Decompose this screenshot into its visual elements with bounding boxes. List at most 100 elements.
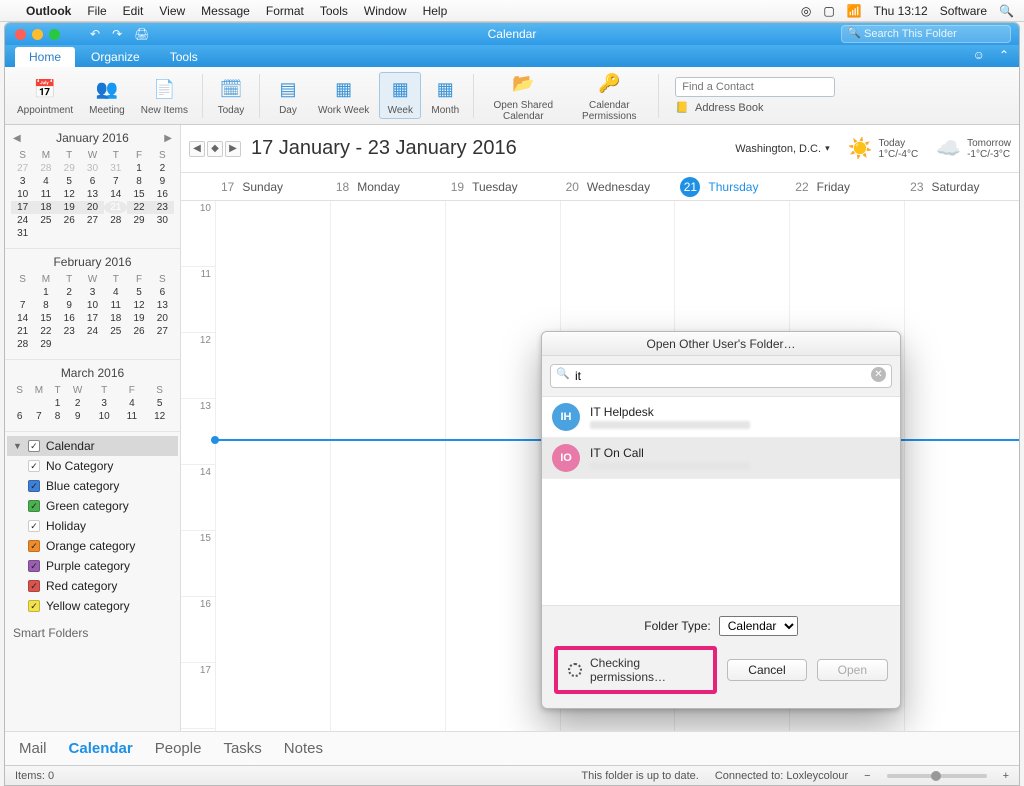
menu-window[interactable]: Window (364, 4, 407, 18)
mini-calendar-march[interactable]: March 2016 SMTWTFS 12345 6789101112 (5, 360, 180, 432)
prev-month-icon[interactable]: ◀ (13, 133, 21, 144)
hour-label: 10 (181, 201, 215, 267)
category-swatch[interactable]: ✓ (28, 600, 40, 612)
category-swatch[interactable]: ✓ (28, 480, 40, 492)
category-swatch[interactable]: ✓ (28, 500, 40, 512)
obs-icon[interactable]: ◎ (801, 4, 811, 18)
ribbon-work-week[interactable]: ▦Work Week (312, 73, 375, 118)
module-calendar[interactable]: Calendar (69, 740, 133, 757)
ribbon-appointment[interactable]: 📅Appointment (11, 73, 79, 118)
checkbox-icon[interactable]: ✓ (28, 440, 40, 452)
module-people[interactable]: People (155, 740, 202, 757)
folder-search[interactable] (841, 25, 1011, 43)
ribbon-week[interactable]: ▦Week (379, 72, 421, 119)
nav-today-icon[interactable]: ◆ (207, 141, 223, 157)
app-name[interactable]: Outlook (26, 4, 71, 18)
menu-edit[interactable]: Edit (123, 4, 144, 18)
feedback-smiley-icon[interactable]: ☺ (973, 48, 985, 62)
next-month-icon[interactable]: ▶ (164, 133, 172, 144)
window-zoom[interactable] (49, 29, 60, 40)
avatar: IO (552, 444, 580, 472)
mini-cal-grid[interactable]: SMTWTFS 12345 6789101112 (11, 384, 174, 423)
category-swatch[interactable]: ✓ (28, 460, 40, 472)
menu-file[interactable]: File (87, 4, 106, 18)
ribbon-permissions[interactable]: 🔑Calendar Permissions (568, 68, 650, 124)
ribbon-collapse-icon[interactable]: ⌃ (999, 48, 1009, 62)
calendar-list-calendar[interactable]: ▼ ✓ Calendar (7, 436, 178, 456)
day-header-cell[interactable]: 23Saturday (904, 180, 1019, 194)
tab-tools[interactable]: Tools (156, 47, 212, 67)
ribbon-open-shared[interactable]: 📂Open Shared Calendar (482, 68, 564, 124)
day-header-cell[interactable]: 18Monday (330, 180, 445, 194)
menubar-clock[interactable]: Thu 13:12 (874, 4, 928, 18)
day-header-cell[interactable]: 20Wednesday (560, 180, 675, 194)
zoom-slider[interactable] (887, 774, 987, 778)
ribbon-day[interactable]: ▤Day (268, 73, 308, 118)
day-header-cell[interactable]: 19Tuesday (445, 180, 560, 194)
folder-search-input[interactable] (841, 25, 1011, 43)
category-swatch[interactable]: ✓ (28, 520, 40, 532)
nav-next-icon[interactable]: ▶ (225, 141, 241, 157)
module-notes[interactable]: Notes (284, 740, 323, 757)
mini-cal-grid[interactable]: SMTWTFS 123456 78910111213 1415161718192… (11, 273, 174, 351)
category-swatch[interactable]: ✓ (28, 580, 40, 592)
search-result[interactable]: IO IT On Call (542, 438, 900, 479)
category-row[interactable]: ✓ Red category (7, 576, 178, 596)
day-number: 21 (680, 177, 700, 197)
menubar-user[interactable]: Software (940, 4, 987, 18)
print-icon[interactable]: 🖨 (134, 27, 149, 41)
category-row[interactable]: ✓ Yellow category (7, 596, 178, 616)
cancel-button[interactable]: Cancel (727, 659, 806, 681)
category-row[interactable]: ✓ Holiday (7, 516, 178, 536)
window-minimize[interactable] (32, 29, 43, 40)
category-row[interactable]: ✓ Green category (7, 496, 178, 516)
wifi-icon[interactable]: 📶 (847, 4, 862, 18)
address-book-button[interactable]: 📒Address Book (675, 101, 835, 114)
menu-format[interactable]: Format (266, 4, 304, 18)
window-close[interactable] (15, 29, 26, 40)
redo-icon[interactable]: ↷ (112, 27, 122, 41)
category-row[interactable]: ✓ Blue category (7, 476, 178, 496)
ribbon-month[interactable]: ▦Month (425, 73, 465, 118)
find-contact-input[interactable] (675, 77, 835, 97)
day-header-cell[interactable]: 17Sunday (215, 180, 330, 194)
day-header-cell[interactable]: 22Friday (789, 180, 904, 194)
ribbon-sep (473, 74, 474, 118)
smart-folders[interactable]: Smart Folders (5, 620, 180, 646)
zoom-in-icon[interactable]: + (1003, 770, 1009, 782)
address-book-icon: 📒 (675, 101, 689, 114)
dialog-search-input[interactable] (550, 364, 892, 388)
ribbon-today[interactable]: 🗓Today (211, 73, 251, 118)
nav-prev-icon[interactable]: ◀ (189, 141, 205, 157)
module-mail[interactable]: Mail (19, 740, 47, 757)
mini-calendar-january[interactable]: ◀January 2016▶ SMTWTFS 272829303112 3456… (5, 125, 180, 249)
zoom-out-icon[interactable]: − (864, 770, 870, 782)
folder-type-select[interactable]: Calendar (719, 616, 798, 636)
tab-home[interactable]: Home (15, 47, 75, 67)
menu-help[interactable]: Help (423, 4, 448, 18)
category-row[interactable]: ✓ No Category (7, 456, 178, 476)
ribbon-meeting[interactable]: 👥Meeting (83, 73, 131, 118)
module-tasks[interactable]: Tasks (223, 740, 261, 757)
category-row[interactable]: ✓ Purple category (7, 556, 178, 576)
menu-message[interactable]: Message (201, 4, 250, 18)
undo-icon[interactable]: ↶ (90, 27, 100, 41)
clear-search-icon[interactable]: ✕ (871, 367, 886, 382)
category-row[interactable]: ✓ Orange category (7, 536, 178, 556)
category-swatch[interactable]: ✓ (28, 560, 40, 572)
airplay-icon[interactable]: ▢ (823, 4, 834, 18)
day-number: 22 (795, 180, 808, 194)
category-swatch[interactable]: ✓ (28, 540, 40, 552)
open-button[interactable]: Open (817, 659, 888, 681)
menu-tools[interactable]: Tools (320, 4, 348, 18)
ribbon-new-items[interactable]: 📄New Items (135, 73, 194, 118)
weather-location[interactable]: Washington, D.C.▾ (735, 143, 829, 155)
menu-view[interactable]: View (159, 4, 185, 18)
day-name: Wednesday (587, 180, 650, 194)
mini-cal-grid[interactable]: SMTWTFS 272829303112 3456789 10111213141… (11, 149, 174, 240)
spotlight-icon[interactable]: 🔍 (999, 4, 1014, 18)
mini-calendar-february[interactable]: February 2016 SMTWTFS 123456 78910111213… (5, 249, 180, 360)
day-header-cell[interactable]: 21Thursday (674, 177, 789, 197)
tab-organize[interactable]: Organize (77, 47, 154, 67)
search-result[interactable]: IH IT Helpdesk (542, 397, 900, 438)
